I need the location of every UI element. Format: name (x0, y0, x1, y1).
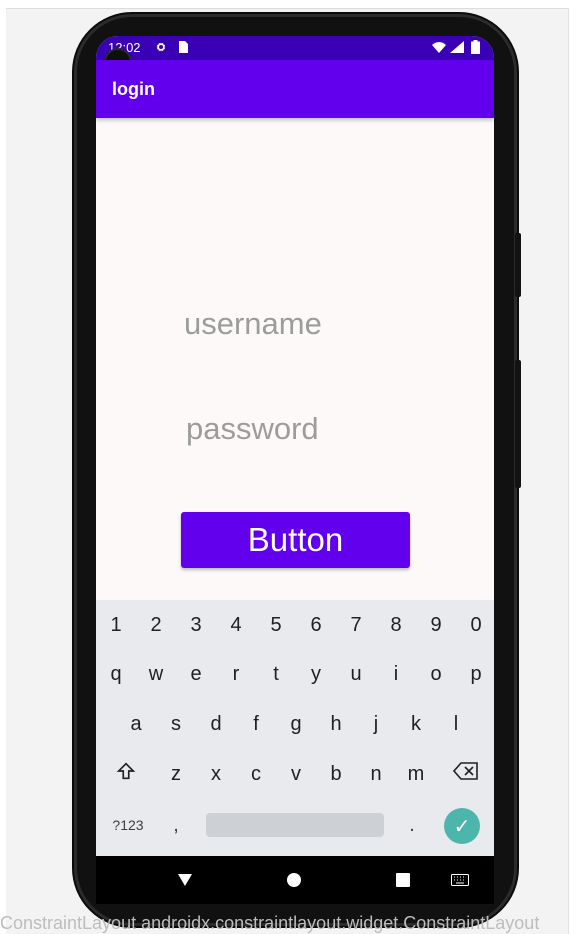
key-b[interactable]: b (316, 754, 356, 794)
key-z[interactable]: z (156, 754, 196, 794)
keyboard-number-row: 1 2 3 4 5 6 7 8 9 0 (96, 605, 494, 645)
key-k[interactable]: k (396, 704, 436, 744)
status-bar: 12:02 (96, 36, 494, 60)
battery-icon (468, 40, 482, 54)
key-f[interactable]: f (236, 704, 276, 744)
key-w[interactable]: w (136, 654, 176, 694)
backspace-key[interactable] (446, 754, 486, 794)
mode-key[interactable]: ?123 (108, 805, 148, 845)
footer-text: ConstraintLayout androidx.constraintlayo… (0, 913, 540, 933)
key-4[interactable]: 4 (216, 605, 256, 645)
left-border (0, 8, 6, 934)
back-icon[interactable] (174, 869, 196, 891)
key-m[interactable]: m (396, 754, 436, 794)
recents-icon[interactable] (392, 869, 414, 891)
home-icon[interactable] (283, 869, 305, 891)
key-h[interactable]: h (316, 704, 356, 744)
key-6[interactable]: 6 (296, 605, 336, 645)
keyboard-row-1: q w e r t y u i o p (96, 654, 494, 694)
key-8[interactable]: 8 (376, 605, 416, 645)
key-p[interactable]: p (456, 654, 494, 694)
keyboard-switch-icon[interactable] (449, 869, 471, 891)
app-title: login (112, 79, 155, 99)
login-button[interactable]: Button (181, 512, 410, 568)
check-icon: ✓ (453, 815, 471, 838)
key-a[interactable]: a (116, 704, 156, 744)
key-i[interactable]: i (376, 654, 416, 694)
shift-key[interactable] (106, 754, 146, 794)
key-g[interactable]: g (276, 704, 316, 744)
key-x[interactable]: x (196, 754, 236, 794)
key-l[interactable]: l (436, 704, 476, 744)
wifi-icon (432, 40, 446, 54)
username-field[interactable]: username (184, 306, 322, 342)
key-d[interactable]: d (196, 704, 236, 744)
app-bar: login (96, 60, 494, 118)
gear-icon (154, 40, 168, 54)
power-button (515, 360, 521, 488)
password-field[interactable]: password (186, 411, 319, 447)
top-border (0, 0, 576, 9)
sim-card-icon (176, 40, 190, 54)
space-key[interactable] (206, 813, 384, 837)
soft-keyboard: 1 2 3 4 5 6 7 8 9 0 q w e r t y u i o p … (96, 600, 494, 856)
key-o[interactable]: o (416, 654, 456, 694)
key-u[interactable]: u (336, 654, 376, 694)
key-r[interactable]: r (216, 654, 256, 694)
keyboard-row-2: a s d f g h j k l (96, 704, 494, 744)
keyboard-row-3: z x c v b n m (96, 754, 494, 794)
key-c[interactable]: c (236, 754, 276, 794)
key-v[interactable]: v (276, 754, 316, 794)
key-3[interactable]: 3 (176, 605, 216, 645)
right-border (568, 8, 576, 934)
period-key[interactable]: . (392, 805, 432, 845)
key-0[interactable]: 0 (456, 605, 494, 645)
key-y[interactable]: y (296, 654, 336, 694)
key-9[interactable]: 9 (416, 605, 456, 645)
volume-button (515, 233, 521, 297)
enter-key[interactable]: ✓ (444, 808, 480, 844)
phone-screen: 12:02 login username password Button 1 2… (96, 36, 494, 904)
signal-icon (450, 40, 464, 54)
key-2[interactable]: 2 (136, 605, 176, 645)
key-s[interactable]: s (156, 704, 196, 744)
comma-key[interactable]: , (156, 805, 196, 845)
key-t[interactable]: t (256, 654, 296, 694)
backspace-icon (452, 761, 479, 787)
key-5[interactable]: 5 (256, 605, 296, 645)
key-1[interactable]: 1 (96, 605, 136, 645)
key-j[interactable]: j (356, 704, 396, 744)
key-n[interactable]: n (356, 754, 396, 794)
key-7[interactable]: 7 (336, 605, 376, 645)
shift-icon (115, 760, 137, 788)
key-q[interactable]: q (96, 654, 136, 694)
key-e[interactable]: e (176, 654, 216, 694)
navigation-bar (96, 856, 494, 904)
